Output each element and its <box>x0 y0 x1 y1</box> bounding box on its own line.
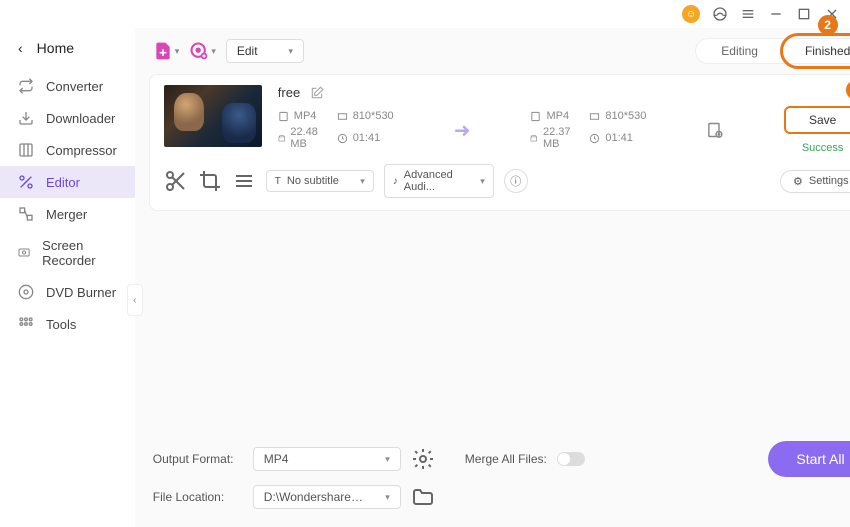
support-icon[interactable] <box>712 6 728 22</box>
clock-icon <box>337 133 348 144</box>
resolution-icon <box>337 111 348 122</box>
sidebar-item-downloader[interactable]: Downloader <box>0 102 135 134</box>
sidebar-item-label: DVD Burner <box>46 285 116 300</box>
add-file-button[interactable]: ▾ <box>153 41 180 61</box>
file-name: free <box>278 85 300 100</box>
file-icon <box>530 111 541 122</box>
info-icon[interactable]: ⓘ <box>504 169 528 193</box>
merger-icon <box>18 206 34 222</box>
sidebar-item-dvd[interactable]: DVD Burner <box>0 276 135 308</box>
chevron-down-icon: ▾ <box>211 46 216 57</box>
settings-button[interactable]: ⚙Settings <box>780 170 850 193</box>
audio-icon: ♪ <box>393 176 398 187</box>
format-settings-icon[interactable] <box>411 447 435 471</box>
status-text: Success <box>784 142 850 154</box>
minimize-icon[interactable] <box>768 6 784 22</box>
file-card: free MP4 810*530 22.48 MB 01:41 ➜ MP4 <box>149 74 850 211</box>
tools-icon <box>18 316 34 332</box>
add-file-icon <box>153 41 173 61</box>
maximize-icon[interactable] <box>796 6 812 22</box>
sidebar-item-label: Downloader <box>46 111 115 126</box>
editor-icon <box>18 174 34 190</box>
edit-mode-select[interactable]: Edit ▾ <box>226 39 304 63</box>
dvd-icon <box>18 284 34 300</box>
chevron-down-icon: ▾ <box>360 176 365 187</box>
add-dvd-button[interactable]: ▾ <box>189 41 216 61</box>
merge-toggle[interactable] <box>557 452 585 466</box>
tab-finished[interactable]: Finished 1 2 <box>784 39 850 63</box>
output-format-label: Output Format: <box>153 452 243 466</box>
sidebar-item-label: Tools <box>46 317 76 332</box>
sidebar-item-merger[interactable]: Merger <box>0 198 135 230</box>
sidebar-item-recorder[interactable]: Screen Recorder <box>0 230 135 276</box>
video-thumbnail[interactable] <box>164 85 262 147</box>
sidebar-item-converter[interactable]: Converter <box>0 70 135 102</box>
rename-icon[interactable] <box>310 86 324 100</box>
back-icon: ‹ <box>18 40 23 56</box>
size-icon <box>278 133 286 144</box>
chevron-down-icon: ▾ <box>175 46 180 57</box>
callout-2: 2 <box>818 15 838 35</box>
file-location-select[interactable]: D:\Wondershare UniConverter 1▾ <box>253 485 401 509</box>
add-dvd-icon <box>189 41 209 61</box>
menu-icon[interactable] <box>740 6 756 22</box>
sidebar: ‹ Home Converter Downloader Compressor E… <box>0 28 135 527</box>
sidebar-item-label: Merger <box>46 207 87 222</box>
resolution-icon <box>589 111 600 122</box>
converter-icon <box>18 78 34 94</box>
chevron-down-icon: ▾ <box>288 46 293 57</box>
sidebar-item-label: Compressor <box>46 143 117 158</box>
sidebar-item-label: Editor <box>46 175 80 190</box>
audio-select[interactable]: ♪Advanced Audi...▾ <box>384 164 494 198</box>
subtitle-icon: T <box>275 176 281 187</box>
start-all-button[interactable]: Start All <box>768 441 850 477</box>
merge-label: Merge All Files: <box>465 452 547 466</box>
gear-icon: ⚙ <box>793 175 803 188</box>
subtitle-select[interactable]: TNo subtitle▾ <box>266 170 374 192</box>
sidebar-item-label: Screen Recorder <box>42 238 117 268</box>
cut-icon[interactable] <box>164 169 188 193</box>
save-button[interactable]: Save 1 <box>784 106 850 134</box>
sidebar-item-compressor[interactable]: Compressor <box>0 134 135 166</box>
tab-editing[interactable]: Editing <box>696 39 784 63</box>
downloader-icon <box>18 110 34 126</box>
crop-icon[interactable] <box>198 169 222 193</box>
dest-meta: MP4 810*530 22.37 MB 01:41 <box>530 110 646 150</box>
file-icon <box>278 111 289 122</box>
collapse-sidebar-button[interactable]: ‹ <box>127 284 143 316</box>
output-settings-icon[interactable] <box>706 120 723 140</box>
sidebar-item-tools[interactable]: Tools <box>0 308 135 340</box>
edit-mode-label: Edit <box>237 44 258 58</box>
chevron-down-icon: ▾ <box>385 492 390 503</box>
arrow-right-icon: ➜ <box>454 118 471 143</box>
clock-icon <box>589 133 600 144</box>
source-meta: MP4 810*530 22.48 MB 01:41 <box>278 110 394 150</box>
sidebar-item-label: Converter <box>46 79 103 94</box>
status-tabs: Editing Finished 1 2 <box>695 38 850 64</box>
chevron-down-icon: ▾ <box>480 176 485 187</box>
output-format-select[interactable]: MP4▾ <box>253 447 401 471</box>
open-folder-icon[interactable] <box>411 485 435 509</box>
compressor-icon <box>18 142 34 158</box>
home-nav[interactable]: ‹ Home <box>0 36 135 70</box>
list-icon[interactable] <box>232 169 256 193</box>
recorder-icon <box>18 245 30 261</box>
size-icon <box>530 133 538 144</box>
sidebar-item-editor[interactable]: Editor <box>0 166 135 198</box>
file-location-label: File Location: <box>153 490 243 504</box>
home-label: Home <box>37 40 74 56</box>
chevron-down-icon: ▾ <box>385 454 390 465</box>
user-avatar[interactable]: ☺ <box>682 5 700 23</box>
